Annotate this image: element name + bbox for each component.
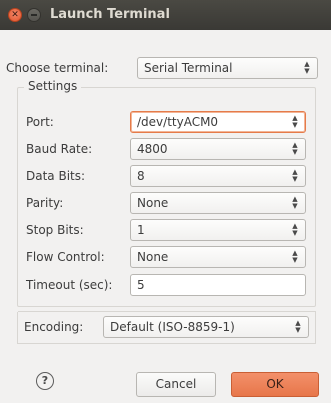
timeout-label: Timeout (sec): <box>26 278 113 292</box>
baud-rate-select[interactable]: 4800 ▲ ▼ <box>130 138 306 160</box>
up-down-arrows-icon: ▲ ▼ <box>292 141 298 156</box>
minimize-icon[interactable] <box>27 8 41 22</box>
stop-bits-label: Stop Bits: <box>26 223 84 237</box>
launch-terminal-dialog: ✕ Launch Terminal Choose terminal: Seria… <box>0 0 331 403</box>
up-down-arrows-icon: ▲ ▼ <box>292 195 298 210</box>
parity-label: Parity: <box>26 196 64 210</box>
parity-select[interactable]: None ▲ ▼ <box>130 192 306 214</box>
baud-rate-select-value: 4800 <box>137 142 168 156</box>
up-down-arrows-icon: ▲ ▼ <box>292 222 298 237</box>
parity-select-value: None <box>137 196 169 210</box>
flow-control-select[interactable]: None ▲ ▼ <box>130 246 306 268</box>
port-select[interactable]: /dev/ttyACM0 ▲ ▼ <box>130 111 306 133</box>
data-bits-select[interactable]: 8 ▲ ▼ <box>130 165 306 187</box>
help-icon[interactable]: ? <box>36 372 54 390</box>
up-down-arrows-icon: ▲ ▼ <box>292 114 298 129</box>
close-icon[interactable]: ✕ <box>8 8 22 22</box>
data-bits-label: Data Bits: <box>26 169 86 183</box>
port-select-value: /dev/ttyACM0 <box>137 115 219 129</box>
up-down-arrows-icon: ▲ ▼ <box>292 249 298 264</box>
encoding-select-value: Default (ISO-8859-1) <box>110 320 235 334</box>
title-bar[interactable]: ✕ Launch Terminal <box>0 0 331 30</box>
terminal-select-value: Serial Terminal <box>144 61 233 75</box>
up-down-arrows-icon: ▲ ▼ <box>304 60 310 75</box>
encoding-select[interactable]: Default (ISO-8859-1) ▲ ▼ <box>103 316 309 338</box>
cancel-button[interactable]: Cancel <box>136 372 216 397</box>
up-down-arrows-icon: ▲ ▼ <box>292 168 298 183</box>
data-bits-select-value: 8 <box>137 169 145 183</box>
window-title: Launch Terminal <box>50 7 170 22</box>
choose-terminal-label: Choose terminal: <box>6 61 109 75</box>
settings-group-title: Settings <box>24 79 82 93</box>
ok-button[interactable]: OK <box>231 372 319 397</box>
terminal-select[interactable]: Serial Terminal ▲ ▼ <box>137 57 318 79</box>
encoding-label: Encoding: <box>24 320 84 334</box>
stop-bits-select-value: 1 <box>137 223 145 237</box>
baud-rate-label: Baud Rate: <box>26 142 93 156</box>
port-label: Port: <box>26 115 54 129</box>
flow-control-select-value: None <box>137 250 169 264</box>
flow-control-label: Flow Control: <box>26 250 105 264</box>
up-down-arrows-icon: ▲ ▼ <box>295 319 301 334</box>
stop-bits-select[interactable]: 1 ▲ ▼ <box>130 219 306 241</box>
timeout-input[interactable]: 5 <box>130 274 306 296</box>
